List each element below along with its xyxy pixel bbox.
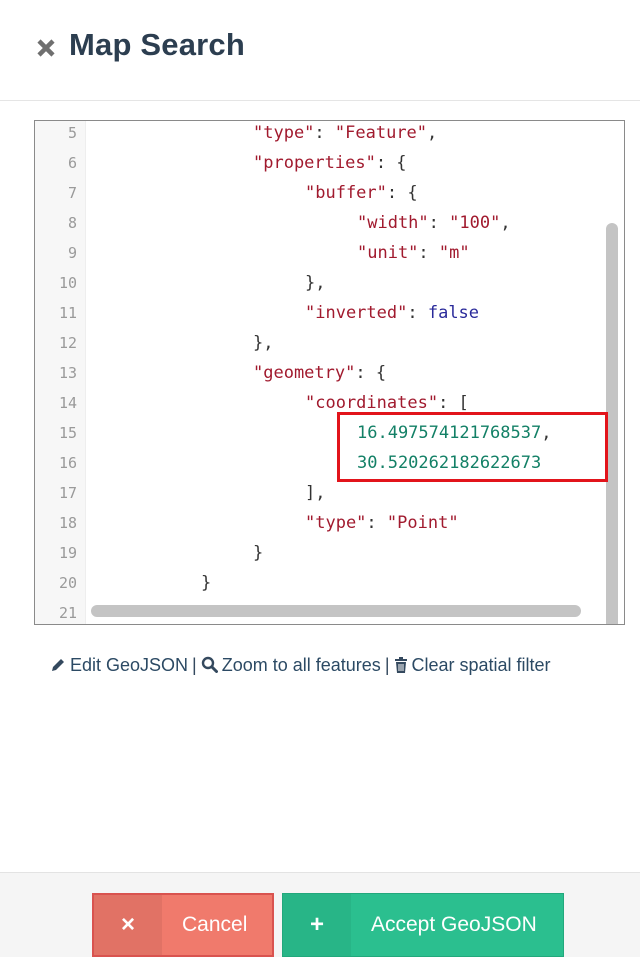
search-icon xyxy=(201,656,218,673)
line-number: 13 xyxy=(58,364,77,382)
line-number: 17 xyxy=(58,484,77,502)
accept-geojson-label: Accept GeoJSON xyxy=(371,913,537,936)
horizontal-scrollbar[interactable] xyxy=(91,605,581,617)
code-line[interactable]: "buffer": { xyxy=(305,178,418,208)
code-token: : { xyxy=(375,153,407,173)
line-number: 12 xyxy=(58,334,77,352)
coordinates-highlight-box xyxy=(337,412,608,482)
code-line[interactable]: "geometry": { xyxy=(253,358,386,388)
modal-header: Map Search xyxy=(0,0,640,101)
edit-geojson-link[interactable]: Edit GeoJSON xyxy=(50,655,188,675)
code-token: false xyxy=(427,303,480,323)
code-line[interactable]: }, xyxy=(253,328,273,358)
code-token: "m" xyxy=(438,243,470,263)
code-token: "geometry" xyxy=(253,363,356,383)
code-token: : xyxy=(366,513,387,533)
code-token: , xyxy=(500,213,511,233)
code-token: "unit" xyxy=(357,243,419,263)
code-token: "coordinates" xyxy=(305,393,439,413)
code-line[interactable]: "inverted": false xyxy=(305,298,479,328)
code-token: : xyxy=(428,213,450,233)
modal-title: Map Search xyxy=(69,27,246,62)
code-token: } xyxy=(253,543,264,563)
line-number: 11 xyxy=(58,304,77,322)
geojson-code-editor[interactable]: 5 6 7 8 9 10 11 12 13 14 15 16 17 18 19 20 21 "type": "F… xyxy=(34,120,625,625)
code-token: "inverted" xyxy=(305,303,408,323)
code-token: : { xyxy=(355,363,387,383)
code-line[interactable]: "properties": { xyxy=(253,148,407,178)
close-icon[interactable] xyxy=(36,38,56,58)
line-number: 5 xyxy=(67,124,77,142)
code-token: }, xyxy=(253,333,274,353)
close-icon: × xyxy=(94,895,162,955)
line-number: 18 xyxy=(58,514,77,532)
code-token: }, xyxy=(305,273,326,293)
clear-spatial-filter-link[interactable]: Clear spatial filter xyxy=(394,655,551,675)
code-token: "Feature" xyxy=(334,123,428,143)
code-line[interactable]: ], xyxy=(305,478,325,508)
link-separator: | xyxy=(384,655,390,675)
pencil-icon xyxy=(52,659,64,671)
edit-geojson-label: Edit GeoJSON xyxy=(70,655,189,675)
code-token: ], xyxy=(305,483,326,503)
code-token: : xyxy=(314,123,335,143)
cancel-label: Cancel xyxy=(182,913,248,936)
code-token: , xyxy=(427,123,438,143)
line-number: 8 xyxy=(67,214,77,232)
cancel-button[interactable]: × Cancel xyxy=(92,893,274,957)
zoom-to-features-link[interactable]: Zoom to all features xyxy=(201,655,381,675)
editor-actions: Edit GeoJSON | Zoom to all features | Clear … xyxy=(50,652,610,679)
code-token: : xyxy=(407,303,428,323)
code-token: } xyxy=(201,573,212,593)
line-number: 6 xyxy=(67,154,77,172)
code-token: "type" xyxy=(253,123,315,143)
code-line[interactable]: "unit": "m" xyxy=(357,238,470,268)
link-separator: | xyxy=(192,655,197,675)
accept-geojson-button[interactable]: + Accept GeoJSON xyxy=(282,893,564,957)
code-token: : xyxy=(418,243,439,263)
plus-icon: + xyxy=(283,894,351,956)
line-number: 14 xyxy=(58,394,77,412)
code-token: "properties" xyxy=(253,153,376,173)
line-number: 10 xyxy=(58,274,77,292)
code-line[interactable]: } xyxy=(201,568,211,598)
trash-icon xyxy=(394,657,407,673)
line-number: 15 xyxy=(58,424,77,442)
code-line[interactable]: "width": "100", xyxy=(357,208,511,238)
zoom-to-features-label: Zoom to all features xyxy=(221,655,381,675)
code-token: : { xyxy=(386,183,418,203)
code-token: "type" xyxy=(305,513,367,533)
line-number: 20 xyxy=(58,574,77,592)
line-number: 7 xyxy=(67,184,77,202)
line-number: 16 xyxy=(58,454,77,472)
code-token: : [ xyxy=(438,393,469,413)
code-line[interactable]: "type": "Point" xyxy=(305,508,459,538)
modal-footer: × Cancel + Accept GeoJSON xyxy=(0,872,640,957)
line-number: 21 xyxy=(58,604,77,622)
code-token: "100" xyxy=(449,213,501,233)
clear-spatial-filter-label: Clear spatial filter xyxy=(411,655,551,675)
code-token: "width" xyxy=(357,213,429,233)
code-token: "buffer" xyxy=(305,183,387,203)
line-number-gutter: 5 6 7 8 9 10 11 12 13 14 15 16 17 18 19 20 21 xyxy=(35,121,86,624)
line-number: 19 xyxy=(58,544,77,562)
line-number: 9 xyxy=(67,244,77,262)
code-line[interactable]: "type": "Feature", xyxy=(253,121,438,148)
code-token: "Point" xyxy=(386,513,459,533)
code-line[interactable]: }, xyxy=(305,268,325,298)
code-line[interactable]: } xyxy=(253,538,263,568)
